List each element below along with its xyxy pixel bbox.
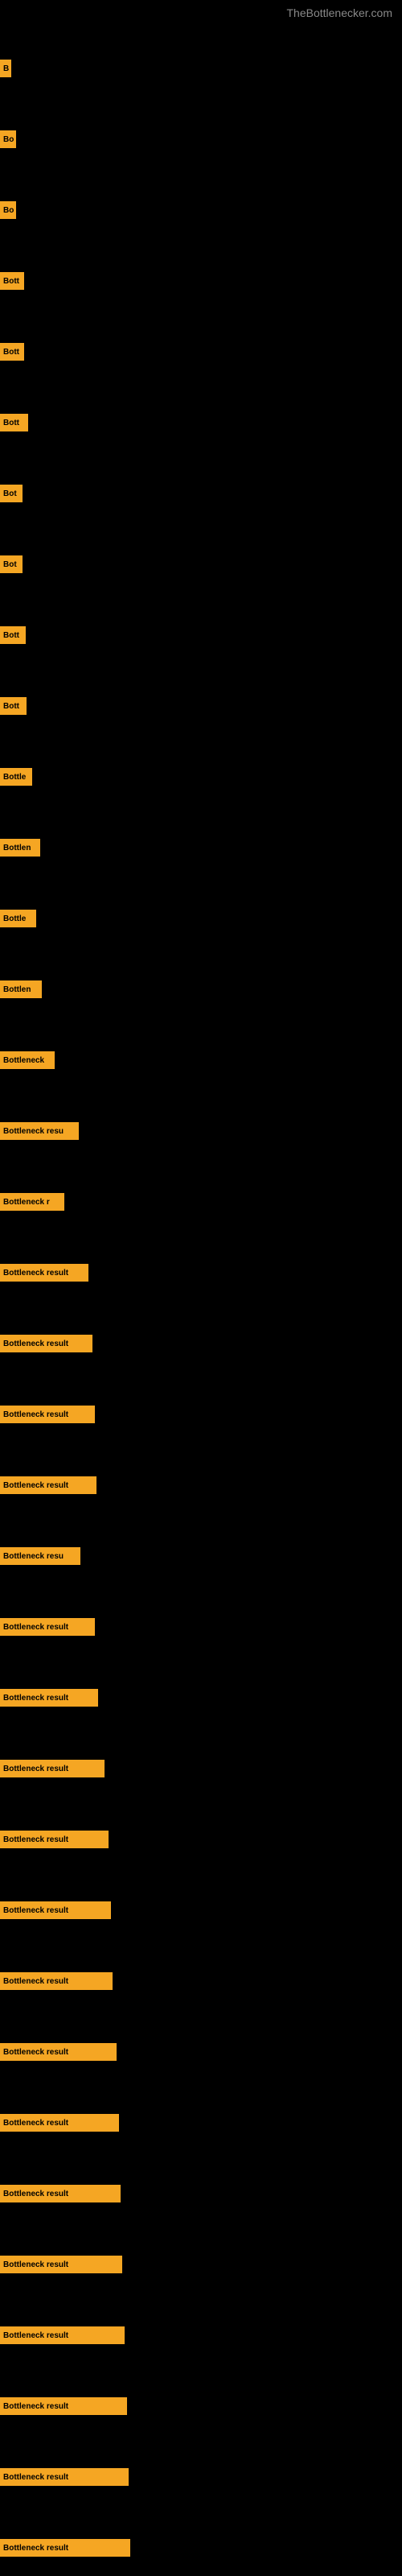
bar-label: Bottleneck result [0, 2539, 130, 2557]
bar-row: Bot [0, 465, 402, 522]
bar-label: Bot [0, 555, 23, 573]
bar-row: Bottleneck result [0, 1740, 402, 1797]
bar-label: Bo [0, 130, 16, 148]
bar-label: Bottleneck result [0, 2114, 119, 2132]
bar-row: Bottleneck result [0, 2236, 402, 2293]
bar-row: Bottle [0, 749, 402, 805]
bar-row: Bott [0, 607, 402, 663]
bar-label: Bottleneck result [0, 2397, 127, 2415]
bar-label: Bottleneck r [0, 1193, 64, 1211]
bar-row: Bottleneck result [0, 2095, 402, 2151]
bar-label: Bottleneck result [0, 2326, 125, 2344]
bar-label: Bottlen [0, 839, 40, 857]
bar-row: Bottleneck result [0, 2307, 402, 2363]
bar-row: Bott [0, 394, 402, 451]
bar-label: Bo [0, 201, 16, 219]
bar-row: Bott [0, 253, 402, 309]
bar-label: Bott [0, 414, 28, 431]
bar-label: Bottleneck resu [0, 1122, 79, 1140]
bar-row: Bottlen [0, 819, 402, 876]
bar-row: Bottleneck result [0, 1457, 402, 1513]
bar-row: B [0, 40, 402, 97]
bar-row: Bott [0, 324, 402, 380]
bar-label: Bottleneck result [0, 1689, 98, 1707]
bar-label: Bottleneck result [0, 2043, 117, 2061]
bar-label: Bottleneck result [0, 1831, 109, 1848]
bar-row: Bottleneck result [0, 1882, 402, 1938]
bar-row: Bo [0, 182, 402, 238]
bar-label: Bottleneck [0, 1051, 55, 1069]
bar-row: Bottleneck result [0, 2449, 402, 2505]
bar-row: Bottleneck r [0, 1174, 402, 1230]
bar-row: Bottleneck result [0, 1315, 402, 1372]
bar-label: Bottleneck result [0, 1760, 105, 1777]
bar-row: Bottlen [0, 961, 402, 1018]
bar-label: Bottle [0, 910, 36, 927]
bar-row: Bottleneck result [0, 1811, 402, 1868]
bar-row: Bott [0, 678, 402, 734]
bar-label: Bottle [0, 768, 32, 786]
bar-label: Bottleneck result [0, 1335, 92, 1352]
bar-label: Bottleneck result [0, 1972, 113, 1990]
bar-row: Bottleneck [0, 1032, 402, 1088]
bar-row: Bottle [0, 890, 402, 947]
bar-label: Bott [0, 697, 27, 715]
bar-label: Bottleneck result [0, 2468, 129, 2486]
bar-row: Bottleneck result [0, 1599, 402, 1655]
bar-row: Bottleneck result [0, 1953, 402, 2009]
bar-row: Bottleneck result [0, 2520, 402, 2576]
bar-label: Bottlen [0, 980, 42, 998]
bar-row: Bottleneck result [0, 1670, 402, 1726]
bar-label: Bottleneck result [0, 2185, 121, 2202]
bar-label: Bott [0, 272, 24, 290]
bar-label: Bottleneck result [0, 1476, 96, 1494]
bar-row: Bottleneck result [0, 2378, 402, 2434]
bar-label: B [0, 60, 11, 77]
bar-label: Bot [0, 485, 23, 502]
site-title: TheBottlenecker.com [286, 0, 402, 23]
bar-row: Bottleneck resu [0, 1528, 402, 1584]
bar-row: Bottleneck result [0, 1386, 402, 1443]
bar-label: Bott [0, 626, 26, 644]
bar-label: Bottleneck resu [0, 1547, 80, 1565]
bar-label: Bott [0, 343, 24, 361]
bar-label: Bottleneck result [0, 1618, 95, 1636]
bar-row: Bottleneck result [0, 2024, 402, 2080]
bar-row: Bo [0, 111, 402, 167]
bar-row: Bottleneck result [0, 1245, 402, 1301]
bar-label: Bottleneck result [0, 1901, 111, 1919]
bar-row: Bottleneck resu [0, 1103, 402, 1159]
bar-label: Bottleneck result [0, 2256, 122, 2273]
bar-row: Bottleneck result [0, 2165, 402, 2222]
bar-label: Bottleneck result [0, 1264, 88, 1282]
bar-row: Bot [0, 536, 402, 592]
bar-label: Bottleneck result [0, 1406, 95, 1423]
